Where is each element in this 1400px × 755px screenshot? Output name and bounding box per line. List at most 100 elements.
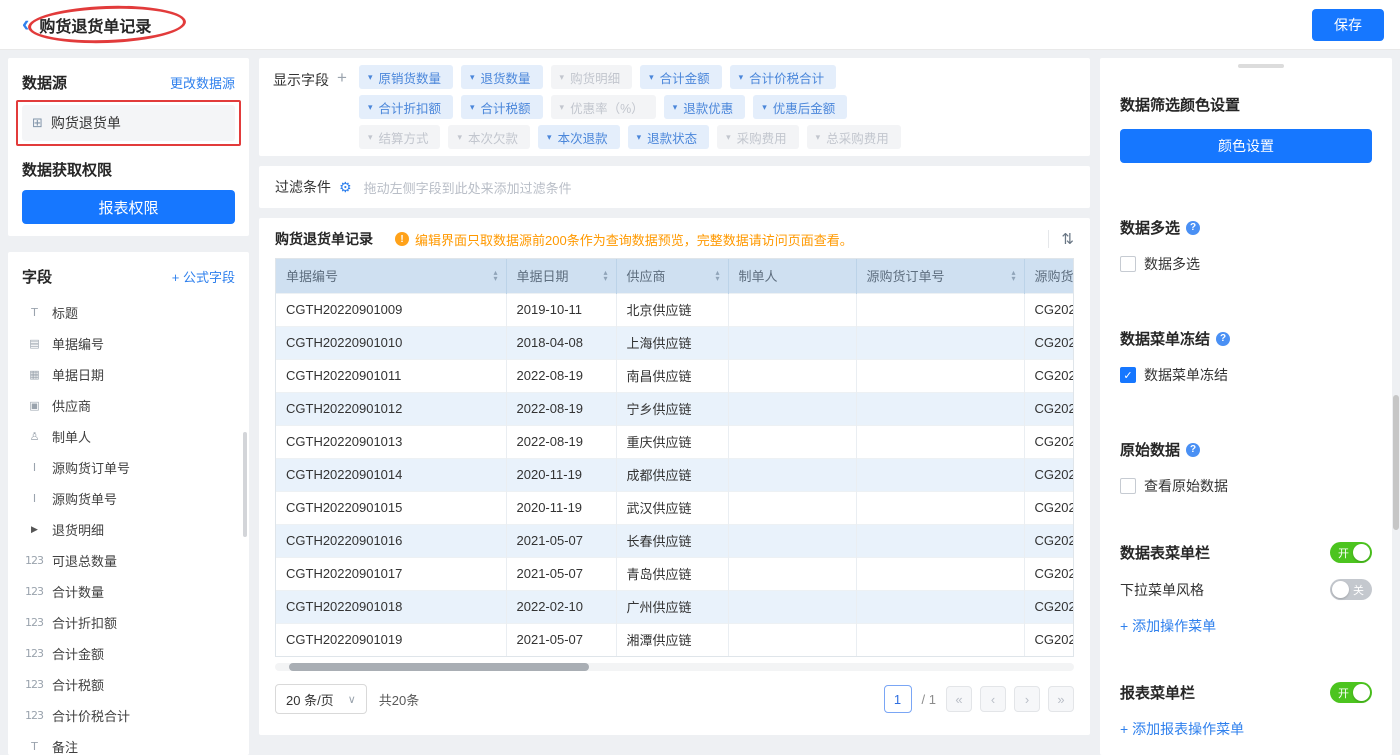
section-title-text: 报表菜单栏 [1120,682,1195,703]
chip-total-amount[interactable]: ▾合计金额 [640,65,722,89]
next-page-button[interactable]: › [1014,686,1040,712]
last-page-button[interactable]: » [1048,686,1074,712]
chip-refund-discount[interactable]: ▾退款优惠 [664,95,746,119]
field-label: 合计价税合计 [52,706,130,725]
chip-refund-status[interactable]: ▾退款状态 [628,125,710,149]
checkbox-label: 查看原始数据 [1144,476,1228,496]
report-permission-button[interactable]: 报表权限 [22,190,235,224]
chip-current-refund[interactable]: ▾本次退款 [538,125,620,149]
chip-amount-after-discount[interactable]: ▾优惠后金额 [753,95,847,119]
field-item-total-amount[interactable]: 123合计金额 [8,638,249,669]
field-item-return-detail[interactable]: ▶退货明细 [8,514,249,545]
gear-icon[interactable]: ⚙ [339,179,352,196]
chip-total-tax[interactable]: ▾合计税额 [461,95,543,119]
column-header-creator[interactable]: 制单人 [728,259,856,293]
field-item-total-discount[interactable]: 123合计折扣额 [8,607,249,638]
table-row[interactable]: CGTH202209010112022-08-19南昌供应链CG2022 [276,359,1074,392]
chevron-down-icon: ▾ [726,132,731,143]
page-size-select[interactable]: 20 条/页 ∨ [275,684,367,714]
field-item-remark[interactable]: T备注 [8,731,249,755]
add-action-menu-link[interactable]: + 添加操作菜单 [1120,616,1216,636]
field-item-total-qty[interactable]: 123合计数量 [8,576,249,607]
table-row[interactable]: CGTH202209010092019-10-11北京供应链CG2022 [276,293,1074,326]
horizontal-scrollbar[interactable] [275,663,1074,671]
add-formula-field-link[interactable]: + 公式字段 [172,267,235,286]
field-item-total-incl-tax[interactable]: 123合计价税合计 [8,700,249,731]
page-scrollbar[interactable] [1393,395,1399,530]
field-item-source-order-no[interactable]: I源购货订单号 [8,452,249,483]
add-report-menu-link[interactable]: + 添加报表操作菜单 [1120,719,1244,739]
fields-scrollbar[interactable] [243,432,247,537]
filter-bar[interactable]: 过滤条件 ⚙ 拖动左侧字段到此处来添加过滤条件 [259,166,1090,208]
table-row[interactable]: CGTH202209010102018-04-08上海供应链CG2022 [276,326,1074,359]
chip-return-qty[interactable]: ▾退货数量 [461,65,543,89]
cell-source-order-no [856,326,1024,359]
raw-data-checkbox[interactable]: 查看原始数据 [1120,476,1372,496]
help-icon[interactable]: ? [1216,332,1230,346]
help-icon[interactable]: ? [1186,443,1200,457]
field-item-doc-date[interactable]: ▦单据日期 [8,359,249,390]
column-header-supplier[interactable]: 供应商▴▾ [616,259,728,293]
cell-doc-date: 2018-04-08 [506,326,616,359]
column-label: 单据编号 [286,266,338,285]
menu-freeze-checkbox[interactable]: ✓ 数据菜单冻结 [1120,365,1372,385]
color-settings-button[interactable]: 颜色设置 [1120,129,1372,163]
column-header-source-order-no[interactable]: 源购货订单号▴▾ [856,259,1024,293]
toggle-on-label: 开 [1338,685,1349,701]
field-item-returnable-qty[interactable]: 123可退总数量 [8,545,249,576]
prev-page-button[interactable]: ‹ [980,686,1006,712]
field-item-supplier[interactable]: ▣供应商 [8,390,249,421]
cell-source-doc-no: CG2022 [1024,326,1074,359]
table-row[interactable]: CGTH202209010182022-02-10广州供应链CG2022 [276,590,1074,623]
add-display-field-icon[interactable]: + [337,68,347,149]
field-item-doc-no[interactable]: ▤单据编号 [8,328,249,359]
chip-purchase-detail[interactable]: ▾购货明细 [551,65,633,89]
sort-icon[interactable]: ▴▾ [715,270,719,282]
chip-total-incl-tax[interactable]: ▾合计价税合计 [730,65,837,89]
field-item-source-doc-no[interactable]: I源购货单号 [8,483,249,514]
table-row[interactable]: CGTH202209010142020-11-19成都供应链CG2022 [276,458,1074,491]
field-label: 供应商 [52,396,91,415]
sort-icon[interactable]: ▴▾ [1011,270,1015,282]
field-item-creator[interactable]: ♙制单人 [8,421,249,452]
table-row[interactable]: CGTH202209010162021-05-07长春供应链CG2022 [276,524,1074,557]
report-menu-toggle[interactable]: 开 [1330,682,1372,703]
column-header-doc-date[interactable]: 单据日期▴▾ [506,259,616,293]
chip-discount-rate[interactable]: ▾优惠率（%） [551,95,656,119]
cell-doc-date: 2021-05-07 [506,623,616,656]
chevron-down-icon: ▾ [637,132,642,143]
column-header-source-doc-no[interactable]: 源购货单号 [1024,259,1074,293]
cell-supplier: 青岛供应链 [616,557,728,590]
dropdown-style-toggle[interactable]: 关 [1330,579,1372,600]
chip-current-debt[interactable]: ▾本次欠款 [448,125,530,149]
back-icon[interactable]: ‹ [22,11,29,37]
chip-total-discount[interactable]: ▾合计折扣额 [359,95,453,119]
data-table: 单据编号 ▴▾ 单据日期▴▾ 供应商▴▾ 制单人 源购货订单号▴▾ 源购货单号 C… [275,258,1074,657]
help-icon[interactable]: ? [1186,221,1200,235]
sort-icon[interactable]: ▴▾ [493,270,497,282]
sort-icon[interactable]: ▴▾ [603,270,607,282]
multi-select-checkbox[interactable]: 数据多选 [1120,254,1372,274]
sort-tool-icon[interactable]: ⇅ [1061,230,1074,248]
field-item-title[interactable]: T标题 [8,297,249,328]
table-row[interactable]: CGTH202209010152020-11-19武汉供应链CG2022 [276,491,1074,524]
save-button[interactable]: 保存 [1312,9,1384,41]
chip-total-purchase-cost[interactable]: ▾总采购费用 [807,125,901,149]
table-row[interactable]: CGTH202209010122022-08-19宁乡供应链CG2022 [276,392,1074,425]
cell-creator [728,326,856,359]
datasource-item[interactable]: ⊞ 购货退货单 [22,105,235,141]
horizontal-scrollbar-thumb[interactable] [289,663,589,671]
cell-doc-date: 2022-08-19 [506,359,616,392]
chip-settlement-method[interactable]: ▾结算方式 [359,125,441,149]
table-row[interactable]: CGTH202209010172021-05-07青岛供应链CG2022 [276,557,1074,590]
column-header-doc-no[interactable]: 单据编号 ▴▾ [276,259,506,293]
first-page-button[interactable]: « [946,686,972,712]
chip-purchase-cost[interactable]: ▾采购费用 [717,125,799,149]
change-datasource-link[interactable]: 更改数据源 [170,73,235,92]
table-row[interactable]: CGTH202209010132022-08-19重庆供应链CG2022 [276,425,1074,458]
current-page-input[interactable]: 1 [884,685,912,713]
table-row[interactable]: CGTH202209010192021-05-07湘潭供应链CG2022 [276,623,1074,656]
table-menu-toggle[interactable]: 开 [1330,542,1372,563]
chip-original-sales-qty[interactable]: ▾原销货数量 [359,65,453,89]
field-item-total-tax[interactable]: 123合计税额 [8,669,249,700]
